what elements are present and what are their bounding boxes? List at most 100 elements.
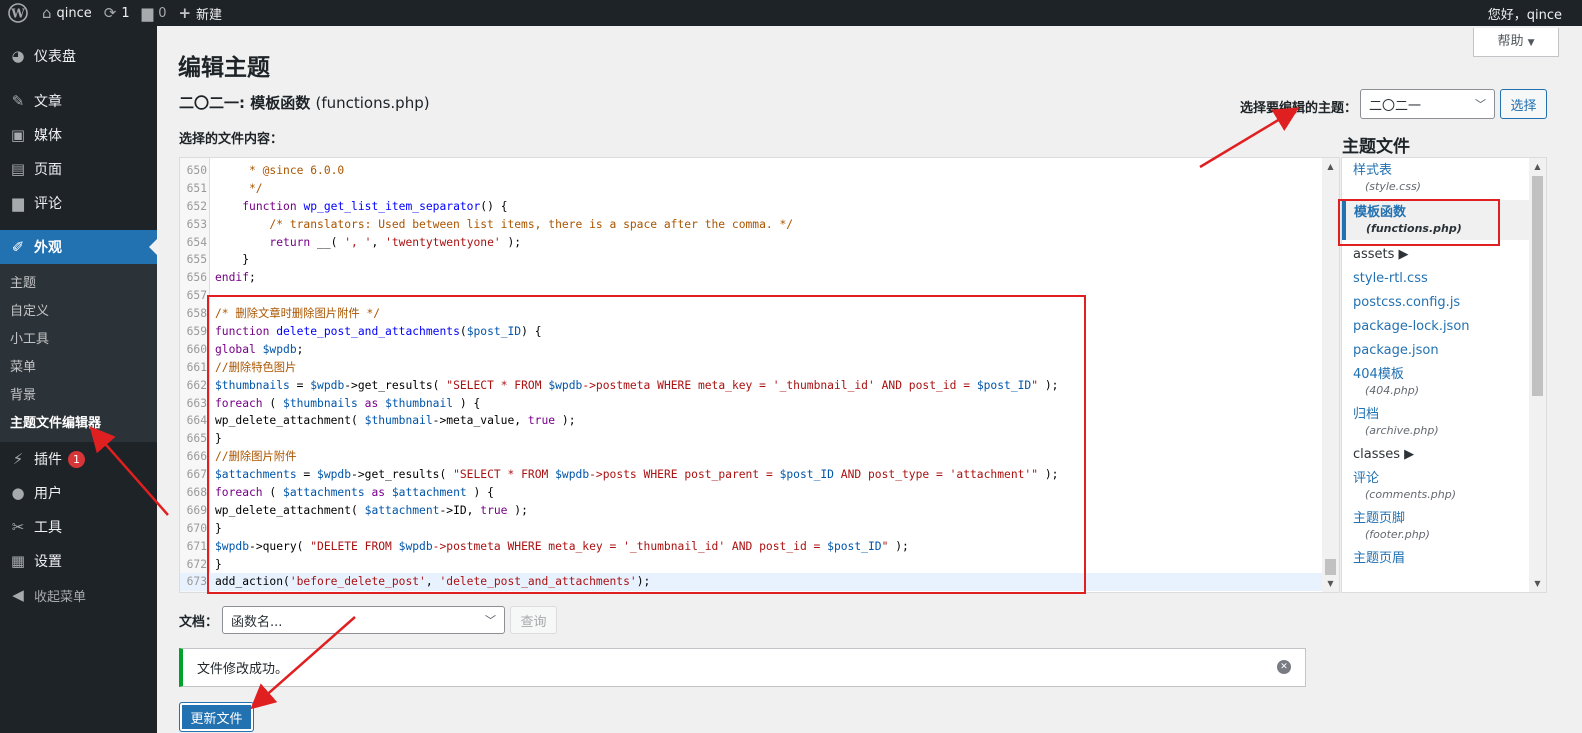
menu-posts[interactable]: ✎ 文章 bbox=[0, 84, 157, 118]
collapse-menu-button[interactable]: ◀ 收起菜单 bbox=[0, 578, 157, 612]
menu-pages[interactable]: ▤ 页面 bbox=[0, 152, 157, 186]
theme-file-item[interactable]: postcss.config.js bbox=[1342, 290, 1530, 314]
select-theme-button[interactable]: 选择 bbox=[1500, 89, 1547, 119]
scroll-up-icon[interactable]: ▲ bbox=[1529, 162, 1546, 171]
comments-link[interactable]: ▆ 0 bbox=[136, 0, 173, 26]
theme-folder-item[interactable]: classes ▶ bbox=[1342, 442, 1530, 466]
code-line[interactable]: 652 function wp_get_list_item_separator(… bbox=[180, 198, 1323, 216]
file-heading-theme: 二〇二一: 模板函数 bbox=[179, 94, 311, 112]
site-name-link[interactable]: ⌂ qince bbox=[36, 0, 98, 26]
editor-scrollbar[interactable]: ▲ ▼ bbox=[1322, 158, 1339, 592]
file-content-label: 选择的文件内容： bbox=[179, 132, 284, 147]
new-content-link[interactable]: + 新建 bbox=[172, 0, 228, 26]
code-line[interactable]: 651 */ bbox=[180, 180, 1323, 198]
theme-file-name: 主题页脚 bbox=[1353, 511, 1406, 526]
theme-file-item[interactable]: package.json bbox=[1342, 338, 1530, 362]
code-line[interactable]: 650 * @since 6.0.0 bbox=[180, 162, 1323, 180]
theme-file-item[interactable]: style-rtl.css bbox=[1342, 266, 1530, 290]
line-number: 658 bbox=[186, 307, 207, 321]
editor-scroll-thumb[interactable] bbox=[1325, 559, 1336, 575]
home-icon: ⌂ bbox=[42, 3, 52, 22]
scroll-down-icon[interactable]: ▼ bbox=[1529, 579, 1546, 588]
menu-media-label: 媒体 bbox=[34, 128, 62, 144]
theme-file-item[interactable]: 404模板 (404.php) bbox=[1342, 362, 1530, 402]
plugins-update-badge: 1 bbox=[68, 450, 85, 468]
brush-icon: ✐ bbox=[11, 238, 25, 256]
theme-file-item[interactable]: 评论 (comments.php) bbox=[1342, 466, 1530, 506]
submenu-themes[interactable]: 主题 bbox=[0, 270, 157, 298]
menu-plugins[interactable]: ⚡ 插件 1 bbox=[0, 442, 157, 476]
collapse-menu-label: 收起菜单 bbox=[34, 589, 87, 605]
line-number: 662 bbox=[186, 378, 207, 392]
function-name-select[interactable]: 函数名... ﹀ bbox=[222, 606, 505, 634]
line-number: 654 bbox=[186, 235, 207, 249]
notice-text: 文件修改成功。 bbox=[197, 662, 289, 677]
theme-file-item[interactable]: 归档 (archive.php) bbox=[1342, 402, 1530, 442]
settings-icon: ▦ bbox=[10, 552, 26, 570]
scroll-up-icon[interactable]: ▲ bbox=[1322, 162, 1339, 171]
submenu-widgets[interactable]: 小工具 bbox=[0, 326, 157, 354]
svg-text:W: W bbox=[10, 7, 25, 21]
greeting-text: 您好，qince bbox=[1487, 7, 1562, 23]
theme-file-name: 评论 bbox=[1353, 471, 1380, 486]
menu-tools-label: 工具 bbox=[34, 520, 62, 536]
appearance-submenu: 主题 自定义 小工具 菜单 背景 主题文件编辑器 bbox=[0, 264, 157, 442]
help-tab-button[interactable]: 帮助 ▼ bbox=[1473, 28, 1559, 57]
theme-file-name: package.json bbox=[1353, 343, 1439, 358]
menu-comments-label: 评论 bbox=[34, 196, 62, 212]
theme-files-scroll-thumb[interactable] bbox=[1532, 176, 1543, 396]
documentation-label: 文档： bbox=[179, 615, 219, 630]
select-theme-button-label: 选择 bbox=[1510, 98, 1537, 114]
menu-settings[interactable]: ▦ 设置 bbox=[0, 544, 157, 578]
line-number: 667 bbox=[186, 468, 207, 482]
theme-file-name: style-rtl.css bbox=[1353, 271, 1428, 286]
updates-link[interactable]: ⟳ 1 bbox=[98, 0, 136, 26]
update-file-button[interactable]: 更新文件 bbox=[179, 702, 254, 732]
theme-files-scrollbar[interactable]: ▲ ▼ bbox=[1529, 158, 1546, 592]
submenu-background[interactable]: 背景 bbox=[0, 382, 157, 410]
code-line[interactable]: 654 return __( ', ', 'twentytwentyone' )… bbox=[180, 234, 1323, 252]
line-number: 657 bbox=[186, 289, 207, 303]
submenu-menus[interactable]: 菜单 bbox=[0, 354, 157, 382]
submenu-customize[interactable]: 自定义 bbox=[0, 298, 157, 326]
menu-appearance[interactable]: ✐ 外观 bbox=[0, 230, 157, 264]
menu-media[interactable]: ▣ 媒体 bbox=[0, 118, 157, 152]
code-text: } bbox=[215, 253, 250, 267]
dismiss-notice-icon[interactable]: ✕ bbox=[1277, 660, 1291, 674]
media-icon: ▣ bbox=[10, 126, 26, 144]
account-greeting[interactable]: 您好，qince bbox=[1482, 0, 1568, 26]
wordpress-logo-icon[interactable]: W bbox=[0, 0, 36, 26]
site-name: qince bbox=[56, 5, 92, 21]
code-line[interactable]: 653 /* translators: Used between list it… bbox=[180, 216, 1323, 234]
scroll-down-icon[interactable]: ▼ bbox=[1322, 579, 1339, 588]
menu-comments[interactable]: ▆ 评论 bbox=[0, 186, 157, 220]
theme-file-item[interactable]: 主题页眉 bbox=[1342, 546, 1530, 570]
theme-file-item[interactable]: 样式表 (style.css) bbox=[1342, 158, 1530, 198]
menu-dashboard[interactable]: ◕ 仪表盘 bbox=[0, 39, 157, 73]
lookup-button[interactable]: 查询 bbox=[510, 606, 557, 634]
code-text: /* translators: Used between list items,… bbox=[215, 217, 794, 231]
line-number: 668 bbox=[186, 486, 207, 500]
code-highlight-box bbox=[207, 295, 1086, 594]
theme-file-name: classes ▶ bbox=[1353, 447, 1415, 462]
theme-file-name: package-lock.json bbox=[1353, 319, 1470, 334]
line-number: 671 bbox=[186, 539, 207, 553]
code-line[interactable]: 656 endif; bbox=[180, 269, 1323, 287]
page-title: 编辑主题 bbox=[178, 55, 270, 81]
menu-users[interactable]: ● 用户 bbox=[0, 476, 157, 510]
pin-icon: ✎ bbox=[11, 92, 25, 110]
theme-select[interactable]: 二〇二一 ﹀ bbox=[1360, 89, 1495, 119]
success-notice: 文件修改成功。 ✕ bbox=[179, 648, 1306, 687]
code-text: */ bbox=[215, 181, 263, 195]
menu-pages-label: 页面 bbox=[34, 162, 62, 178]
theme-file-item[interactable]: package-lock.json bbox=[1342, 314, 1530, 338]
chevron-down-icon: ﹀ bbox=[485, 614, 496, 627]
theme-file-name: 主题页眉 bbox=[1353, 551, 1406, 566]
theme-file-filename: (footer.php) bbox=[1365, 528, 1430, 541]
menu-tools[interactable]: ✂ 工具 bbox=[0, 510, 157, 544]
comment-icon: ▆ bbox=[141, 3, 154, 22]
submenu-theme-file-editor[interactable]: 主题文件编辑器 bbox=[0, 410, 157, 438]
theme-file-item[interactable]: 主题页脚 (footer.php) bbox=[1342, 506, 1530, 546]
functions-file-highlight-box bbox=[1338, 199, 1500, 246]
code-line[interactable]: 655 } bbox=[180, 251, 1323, 269]
